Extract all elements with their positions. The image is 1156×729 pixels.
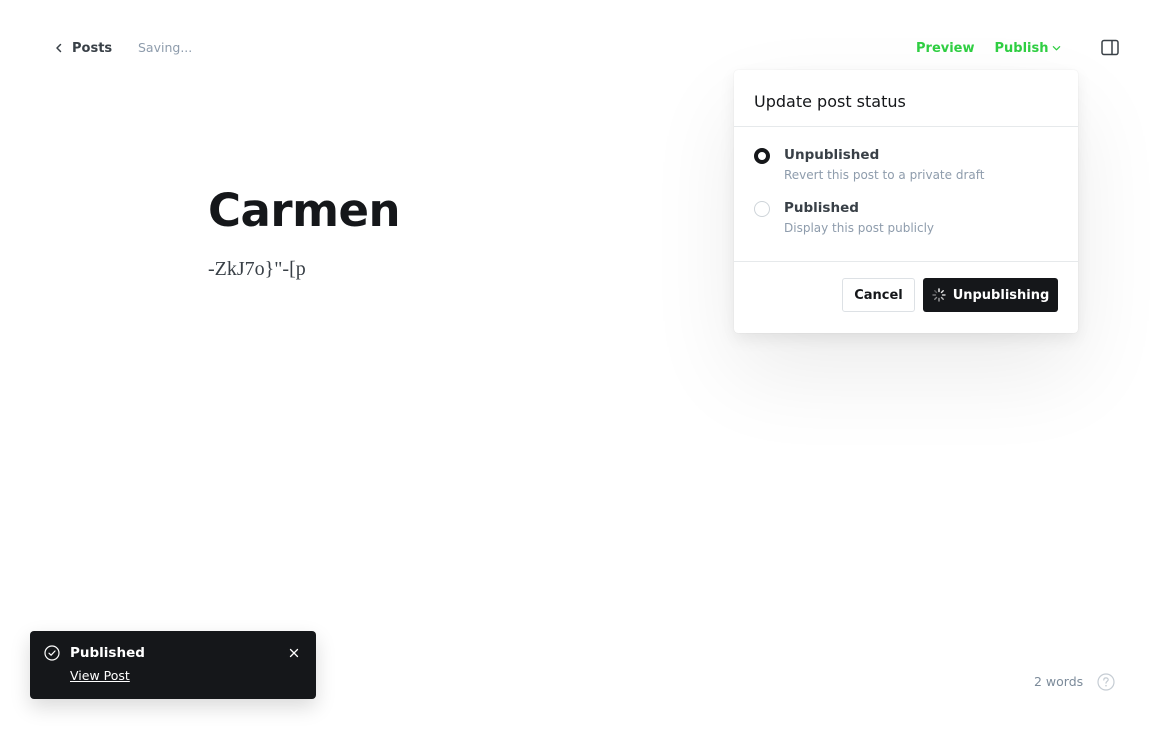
option-published[interactable]: Published Display this post publicly	[754, 200, 1058, 235]
unpublish-button[interactable]: Unpublishing	[923, 278, 1058, 312]
post-title[interactable]: Carmen	[208, 184, 401, 237]
sidebar-toggle-icon[interactable]	[1101, 39, 1119, 56]
view-post-link[interactable]: View Post	[70, 668, 130, 683]
toast-title: Published	[70, 645, 145, 661]
word-count: 2 words	[1034, 674, 1084, 689]
back-link-label[interactable]: Posts	[72, 41, 112, 56]
top-actions: Preview Publish	[916, 38, 1061, 58]
help-icon[interactable]	[1097, 673, 1115, 691]
radio-published[interactable]	[754, 201, 770, 217]
preview-button[interactable]: Preview	[916, 41, 975, 56]
toast-notification: Published View Post	[30, 631, 316, 699]
spinner-icon	[931, 288, 946, 302]
dropdown-footer: Cancel Unpublishing	[734, 262, 1078, 312]
option-label: Unpublished	[784, 147, 880, 163]
post-status-dropdown: Update post status Unpublished Revert th…	[734, 70, 1078, 333]
close-icon[interactable]	[288, 647, 300, 659]
dropdown-title: Update post status	[734, 70, 1078, 127]
post-editor-page: Posts Saving... Preview Publish Carmen -…	[0, 0, 1156, 729]
unpublish-button-label: Unpublishing	[952, 287, 1050, 303]
option-description: Display this post publicly	[784, 221, 935, 235]
status-options: Unpublished Revert this post to a privat…	[734, 127, 1078, 262]
cancel-button[interactable]: Cancel	[842, 278, 915, 312]
option-unpublished[interactable]: Unpublished Revert this post to a privat…	[754, 147, 1058, 182]
option-label: Published	[784, 200, 859, 216]
save-status: Saving...	[138, 40, 193, 55]
publish-label[interactable]: Publish	[995, 41, 1049, 56]
chevron-down-icon	[1052, 45, 1060, 50]
chevron-left-icon	[56, 43, 62, 53]
publish-menu-button[interactable]: Publish	[995, 41, 1061, 56]
post-body[interactable]: -ZkJ7o}"-[p	[208, 258, 306, 281]
back-to-posts-link[interactable]: Posts	[54, 38, 112, 58]
option-description: Revert this post to a private draft	[784, 168, 985, 182]
check-circle-icon	[44, 645, 60, 661]
radio-unpublished[interactable]	[754, 148, 770, 164]
